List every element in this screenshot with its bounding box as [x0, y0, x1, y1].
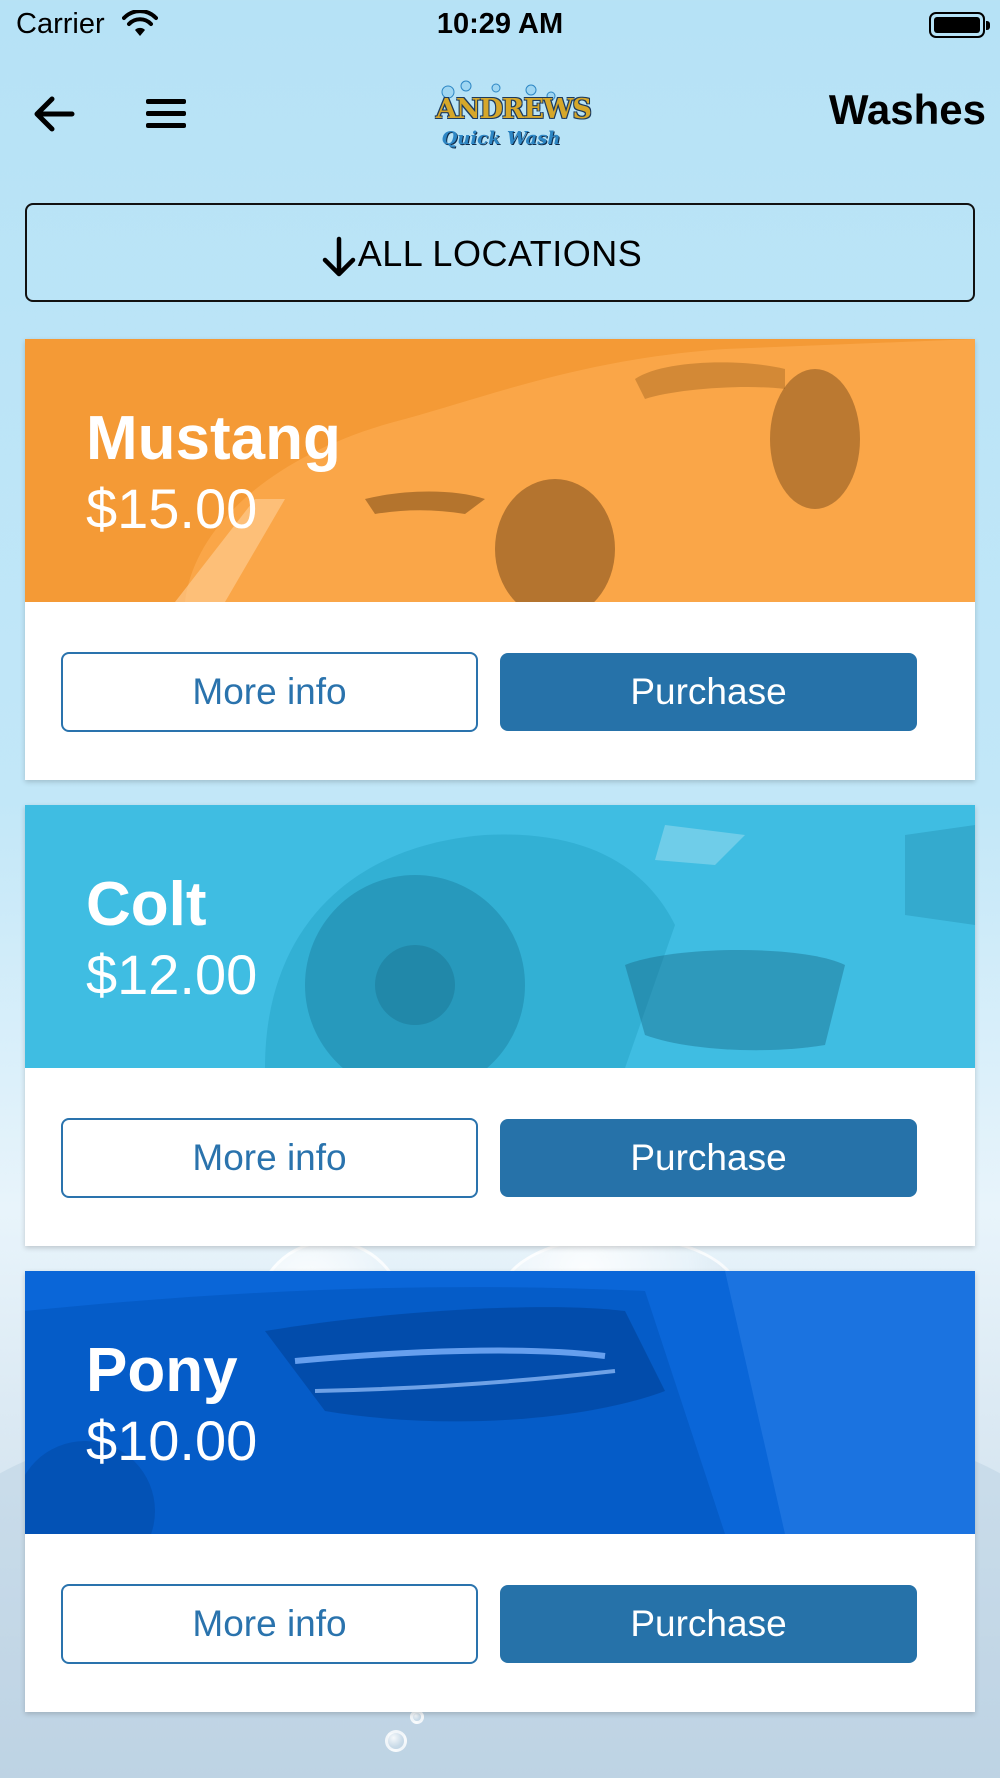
menu-button[interactable]: [140, 88, 192, 140]
wash-name: Mustang: [86, 404, 341, 473]
wash-card-colt: Colt $12.00 More info Purchase: [25, 805, 975, 1246]
more-info-button[interactable]: More info: [61, 1584, 478, 1664]
location-selector-button[interactable]: ALL LOCATIONS: [25, 203, 975, 302]
page-title: Washes: [828, 86, 986, 133]
wash-price: $10.00: [86, 1409, 258, 1472]
app-header: ANDREWS Quick Wash Washes: [0, 60, 1000, 170]
soap-bubble-decoration: [385, 1730, 407, 1752]
purchase-button[interactable]: Purchase: [500, 1119, 917, 1197]
logo-title: ANDREWS: [436, 94, 592, 125]
arrow-left-icon: [34, 96, 75, 132]
wash-card-header: Pony $10.00: [25, 1271, 975, 1534]
soap-bubble-decoration: [410, 1710, 424, 1724]
back-button[interactable]: [28, 88, 80, 140]
location-selector-label: ALL LOCATIONS: [357, 233, 643, 274]
wash-card-header: Mustang $15.00: [25, 339, 975, 602]
more-info-button[interactable]: More info: [61, 652, 478, 732]
wash-name: Colt: [86, 870, 207, 939]
more-info-button[interactable]: More info: [61, 1118, 478, 1198]
battery-icon: [929, 12, 990, 38]
status-bar: Carrier 10:29 AM: [0, 0, 1000, 50]
andrews-quick-wash-logo: ANDREWS Quick Wash: [436, 78, 592, 164]
wash-name: Pony: [86, 1336, 238, 1405]
logo-subtitle: Quick Wash: [441, 128, 561, 149]
wash-card-header: Colt $12.00: [25, 805, 975, 1068]
wash-price: $12.00: [86, 943, 258, 1006]
wash-card-pony: Pony $10.00 More info Purchase: [25, 1271, 975, 1712]
purchase-button[interactable]: Purchase: [500, 1585, 917, 1663]
hamburger-menu-icon: [146, 99, 186, 128]
wash-card-mustang: Mustang $15.00 More info Purchase: [25, 339, 975, 780]
purchase-button[interactable]: Purchase: [500, 653, 917, 731]
status-time: 10:29 AM: [436, 8, 564, 40]
wash-price: $15.00: [86, 477, 258, 540]
